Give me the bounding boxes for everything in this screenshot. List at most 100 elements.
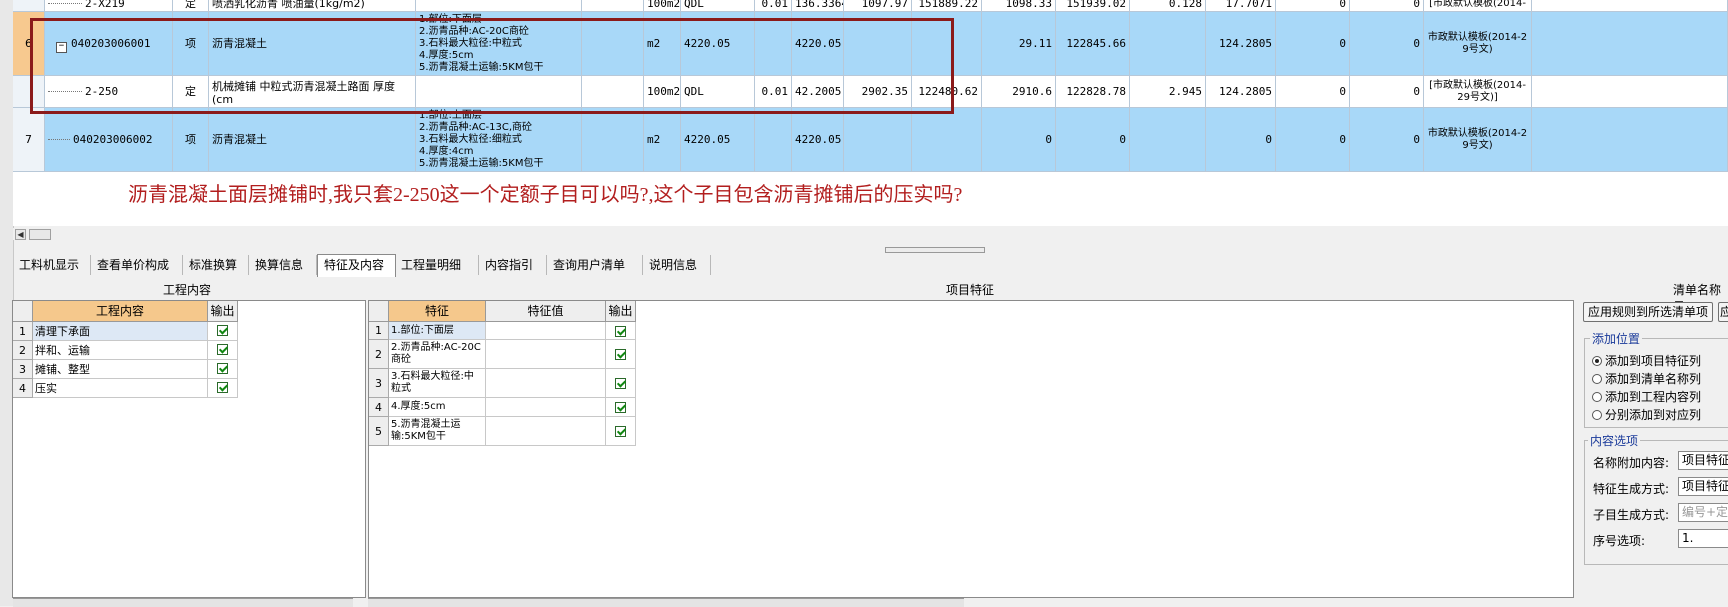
feature-row-value[interactable] — [486, 398, 606, 417]
grid-cell-unit[interactable]: 100m2 — [644, 0, 681, 12]
grid-cell-c3[interactable]: 0 — [982, 108, 1056, 172]
output-checkbox[interactable] — [217, 325, 228, 336]
grid-cell-c2[interactable] — [912, 108, 982, 172]
tab-8[interactable]: 查询用户清单 — [547, 255, 643, 275]
output-checkbox[interactable] — [615, 349, 626, 360]
grid-cell-c2[interactable]: 151889.22 — [912, 0, 982, 12]
grid-cell-code[interactable]: 2-X219 — [45, 0, 173, 12]
feature-row-value[interactable] — [486, 369, 606, 398]
grid-cell-c7[interactable]: 0 — [1276, 108, 1350, 172]
feature-row-text[interactable]: 5.沥青混凝土运输:5KM包干 — [389, 417, 486, 446]
grid-cell-c8[interactable]: 0 — [1350, 0, 1424, 12]
tab-6[interactable]: 工程量明细 — [395, 255, 479, 275]
tab-9[interactable]: 说明信息 — [643, 255, 711, 275]
grid-cell-c8[interactable]: 0 — [1350, 76, 1424, 108]
add-position-option-4[interactable]: 分别添加到对应列 — [1592, 406, 1701, 423]
add-position-option-1[interactable]: 添加到项目特征列 — [1592, 352, 1701, 369]
radio-icon[interactable] — [1592, 356, 1602, 366]
tab-5[interactable]: 特征及内容 — [317, 254, 396, 277]
grid-cell-c5[interactable]: 0.128 — [1130, 0, 1206, 12]
grid-cell-c1[interactable]: 1097.97 — [844, 0, 912, 12]
grid-cell-c8[interactable]: 0 — [1350, 12, 1424, 76]
add-position-option-2[interactable]: 添加到清单名称列 — [1592, 370, 1701, 387]
grid-cell-name[interactable]: 沥青混凝土 — [209, 108, 416, 172]
tab-4[interactable]: 换算信息 — [249, 255, 317, 275]
feature-row-value[interactable] — [486, 417, 606, 446]
grid-cell-c7[interactable]: 0 — [1276, 76, 1350, 108]
grid-cell-c7[interactable]: 0 — [1276, 0, 1350, 12]
grid-cell-expr[interactable]: QDL — [681, 0, 755, 12]
grid-cell-c4[interactable]: 0 — [1056, 108, 1130, 172]
grid-cell-tpl[interactable]: 市政默认模板(2014-2 9号文) — [1424, 108, 1532, 172]
grid-cell-c5[interactable]: 2.945 — [1130, 76, 1206, 108]
radio-icon[interactable] — [1592, 392, 1602, 402]
tab-3[interactable]: 标准换算 — [183, 255, 249, 275]
grid-cell-c6[interactable]: 0 — [1206, 108, 1276, 172]
work-row-text[interactable]: 摊铺、整型 — [33, 360, 208, 379]
grid-cell-c3[interactable]: 29.11 — [982, 12, 1056, 76]
grid-cell-gcl[interactable]: 136.3364 — [792, 0, 844, 12]
grid-cell-expr[interactable]: 4220.05 — [681, 108, 755, 172]
apply-rules-button[interactable]: 应用规则到所选清单项 — [1583, 302, 1713, 322]
grid-cell-end[interactable] — [1532, 0, 1728, 12]
grid-cell-c6[interactable]: 17.7071 — [1206, 0, 1276, 12]
output-checkbox[interactable] — [615, 402, 626, 413]
grid-cell-c5[interactable] — [1130, 108, 1206, 172]
grid-cell-qty[interactable]: 0.01 — [755, 0, 792, 12]
work-row-text[interactable]: 拌和、运输 — [33, 341, 208, 360]
grid-cell-feature[interactable]: 1.部位:上面层 2.沥青品种:AC-13C,商砼 3.石料最大粒径:细粒式 4… — [416, 108, 582, 172]
grid-cell-tpl[interactable]: [市政默认模板(2014- — [1424, 0, 1532, 12]
horizontal-scrollbar[interactable]: ◀ — [13, 228, 1728, 240]
grid-cell-blank[interactable] — [582, 0, 644, 12]
content-option-field[interactable]: 1. — [1678, 529, 1728, 548]
feature-row-text[interactable]: 4.厚度:5cm — [389, 398, 486, 417]
scroll-thumb[interactable] — [29, 229, 51, 240]
grid-cell-c3[interactable]: 2910.6 — [982, 76, 1056, 108]
grid-cell-gcl[interactable]: 4220.05 — [792, 108, 844, 172]
grid-cell-c1[interactable] — [844, 108, 912, 172]
output-checkbox[interactable] — [217, 344, 228, 355]
grid-cell-c6[interactable]: 124.2805 — [1206, 76, 1276, 108]
grid-cell-c4[interactable]: 151939.02 — [1056, 0, 1130, 12]
grid-cell-unit[interactable]: m2 — [644, 108, 681, 172]
grid-cell-c4[interactable]: 122828.78 — [1056, 76, 1130, 108]
grid-cell-type[interactable]: 定 — [173, 0, 209, 12]
output-checkbox[interactable] — [217, 382, 228, 393]
radio-icon[interactable] — [1592, 410, 1602, 420]
grid-cell-end[interactable] — [1532, 76, 1728, 108]
grid-cell-c4[interactable]: 122845.66 — [1056, 12, 1130, 76]
grid-cell-feature[interactable] — [416, 0, 582, 12]
grid-cell-c5[interactable] — [1130, 12, 1206, 76]
work-row-text[interactable]: 清理下承面 — [33, 322, 208, 341]
grid-cell-end[interactable] — [1532, 12, 1728, 76]
grid-cell-tpl[interactable]: [市政默认模板(2014- 29号文)] — [1424, 76, 1532, 108]
grid-cell-c6[interactable]: 124.2805 — [1206, 12, 1276, 76]
output-checkbox[interactable] — [615, 325, 626, 337]
grid-cell-type[interactable]: 项 — [173, 108, 209, 172]
tab-2[interactable]: 查看单价构成 — [91, 255, 183, 275]
feature-row-text[interactable]: 1.部位:下面层 — [389, 322, 486, 340]
output-checkbox[interactable] — [615, 378, 626, 389]
grid-cell-seq[interactable]: 7 — [13, 108, 45, 172]
grid-cell-blank[interactable] — [582, 108, 644, 172]
apply-extra-button[interactable]: 应 — [1718, 302, 1728, 322]
feature-row-value[interactable] — [486, 322, 606, 340]
output-checkbox[interactable] — [615, 426, 626, 437]
grid-cell-c8[interactable]: 0 — [1350, 108, 1424, 172]
work-row-text[interactable]: 压实 — [33, 379, 208, 398]
feature-row-value[interactable] — [486, 340, 606, 369]
output-checkbox[interactable] — [217, 363, 228, 374]
grid-cell-end[interactable] — [1532, 108, 1728, 172]
tab-7[interactable]: 内容指引 — [479, 255, 547, 275]
grid-cell-tpl[interactable]: 市政默认模板(2014-2 9号文) — [1424, 12, 1532, 76]
content-option-field[interactable]: 项目特征 — [1678, 477, 1728, 496]
content-option-field[interactable]: 编号+定 — [1678, 503, 1728, 522]
grid-cell-name[interactable]: 喷洒乳化沥青 喷油量(1kg/m2) — [209, 0, 416, 12]
feature-row-text[interactable]: 3.石料最大粒径:中粒式 — [389, 369, 486, 398]
feature-row-text[interactable]: 2.沥青品种:AC-20C商砼 — [389, 340, 486, 369]
content-option-field[interactable]: 项目特征 — [1678, 451, 1728, 470]
panel-splitter[interactable] — [885, 247, 985, 253]
tab-1[interactable]: 工料机显示 — [13, 255, 91, 275]
scroll-left-icon[interactable]: ◀ — [15, 229, 26, 240]
grid-cell-seq[interactable] — [13, 0, 45, 12]
